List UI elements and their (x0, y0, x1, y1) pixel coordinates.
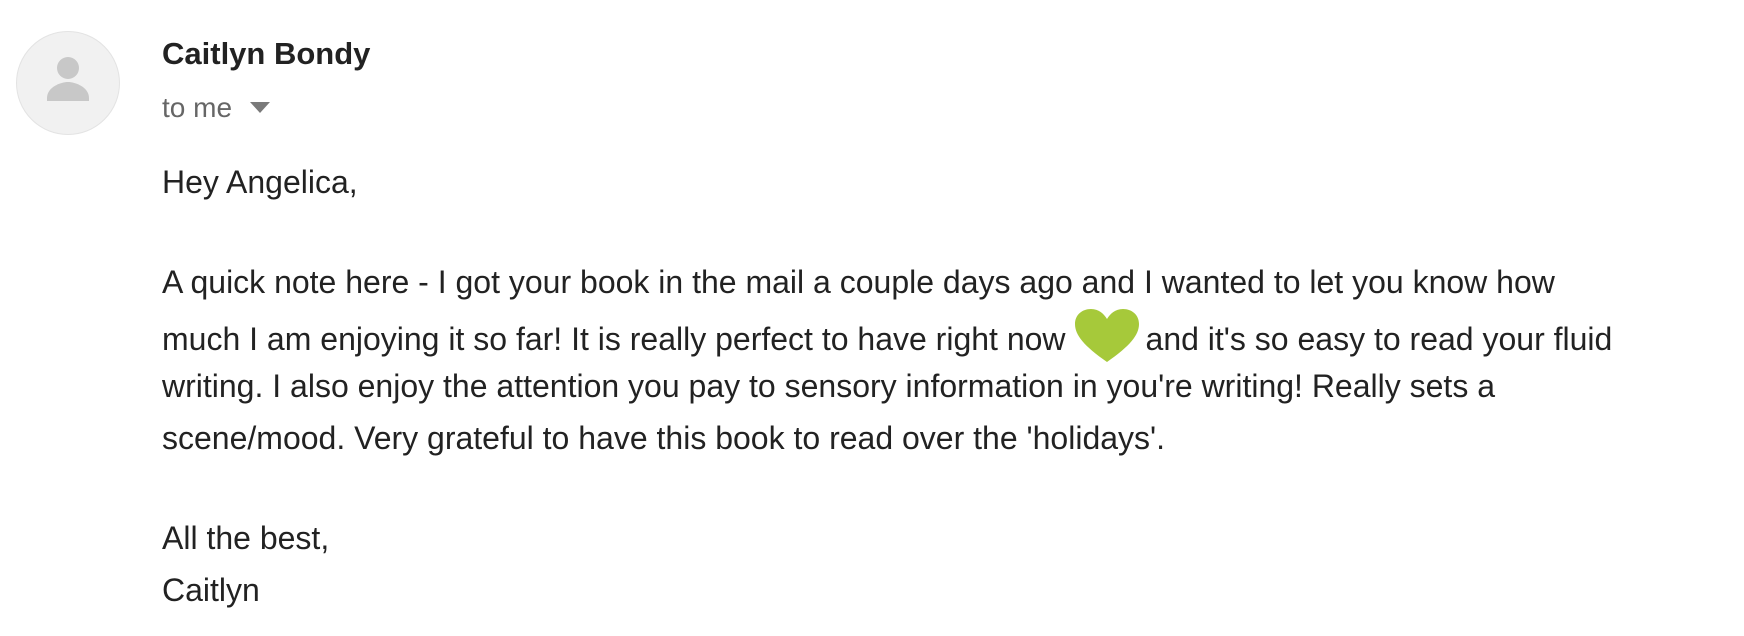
body-line-1: A quick note here - I got your book in t… (162, 264, 1555, 300)
caret-down-icon[interactable] (250, 102, 271, 114)
person-icon (47, 57, 89, 101)
sender-name: Caitlyn Bondy (162, 36, 371, 71)
signature: Caitlyn (162, 572, 260, 608)
body-line-3: writing. I also enjoy the attention you … (162, 368, 1495, 404)
green-heart-icon (1074, 309, 1139, 362)
body-line-2-start: much I am enjoying it so far! It is real… (162, 321, 1066, 357)
sign-off: All the best, (162, 520, 330, 556)
body-line-2: much I am enjoying it so far! It is real… (162, 308, 1732, 362)
greeting: Hey Angelica, (162, 164, 358, 200)
body-line-4: scene/mood. Very grateful to have this b… (162, 420, 1166, 456)
recipient-label: to me (162, 92, 233, 123)
body-line-2-end: and it's so easy to read your fluid (1145, 321, 1613, 357)
avatar[interactable] (16, 31, 120, 135)
email-message: Caitlyn Bondy to me Hey Angelica, A quic… (0, 0, 1744, 636)
message-body: Hey Angelica, A quick note here - I got … (162, 156, 1732, 616)
recipient-details-toggle[interactable]: to me (162, 88, 271, 128)
